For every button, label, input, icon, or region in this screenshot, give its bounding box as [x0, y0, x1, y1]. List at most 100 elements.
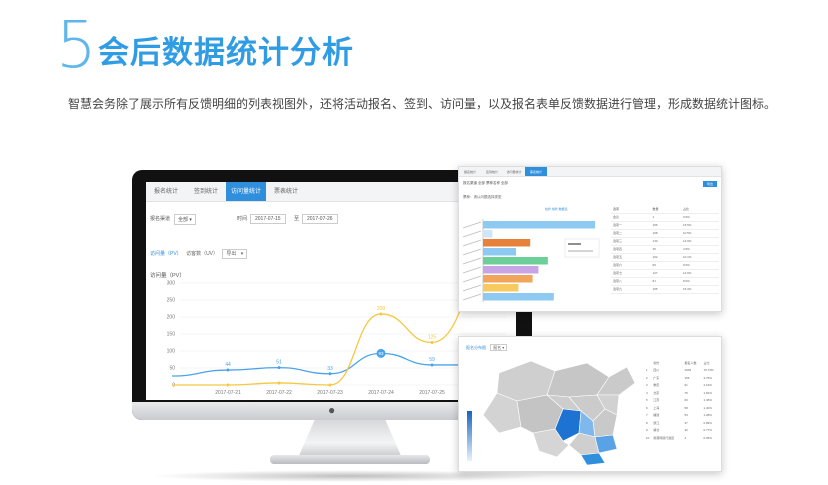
bar	[483, 239, 531, 247]
province-cell: 60	[684, 398, 688, 403]
bar	[483, 275, 533, 283]
table-row: 选项五 102 10.1%	[611, 253, 719, 262]
table-row: 选项一 156 15.5%	[611, 221, 719, 230]
x-tick-label: 2017-07-23	[317, 390, 343, 396]
province-cell: 江苏	[653, 398, 660, 403]
uv-toggle[interactable]: 访客数（UV）	[186, 251, 218, 257]
table-cell: 81	[650, 277, 681, 286]
table-row: 选项九 155 15.3%	[611, 285, 719, 294]
table-cell: 选项二	[611, 229, 651, 238]
province-table: 省份 报名人数 占比 1 四川 2936 70.73% 2 广东 156 3.76% 3 重庆 91…	[645, 359, 719, 442]
province-col-rank	[645, 359, 652, 367]
tab-checkin-stats[interactable]: 签到统计	[186, 182, 226, 201]
table-cell: 15.5%	[680, 221, 719, 230]
metric-row: 访问量（PV） 访客数（UV） 导出 ▾	[150, 249, 250, 259]
province-col-count: 报名人数	[684, 360, 697, 365]
province-cell: 北京	[653, 390, 660, 395]
table-cell: 12.6%	[680, 269, 719, 278]
province-row: 8 浙江 37 0.89%	[645, 419, 719, 427]
panel1-tab-visits[interactable]: 访问量统计	[503, 167, 525, 176]
panel1-tab-checkin[interactable]: 签到统计	[481, 167, 503, 176]
province-cell: 70.73%	[703, 368, 714, 373]
province-cell: 156	[684, 375, 690, 380]
panel1-filters[interactable]: 报名渠道 全部 票种名称 全部	[463, 181, 508, 186]
panel2-select-value: 报名	[493, 345, 502, 350]
category-tick-label	[462, 257, 482, 265]
bar	[483, 266, 539, 274]
table-cell: 选项七	[611, 269, 651, 278]
tab-registration-stats[interactable]: 报名统计	[146, 182, 186, 201]
channel-select-value: 全部	[178, 217, 189, 223]
panel1-tab-form[interactable]: 票表统计	[525, 167, 547, 176]
table-cell: 选项五	[611, 253, 651, 262]
province-cell: 上海	[653, 405, 660, 410]
province-cell: 1.28%	[703, 413, 712, 418]
panel1-export-button[interactable]: 导出	[703, 181, 717, 187]
table-cell: 15.3%	[680, 285, 719, 294]
province-cell: 1.40%	[703, 405, 712, 410]
tab-visit-stats[interactable]: 访问量统计	[226, 182, 266, 201]
y-tick-label: 250	[167, 298, 176, 304]
province-cell: 2	[646, 375, 648, 380]
category-tick-label	[462, 230, 482, 238]
category-tick-label	[462, 248, 482, 256]
bar	[483, 230, 493, 238]
export-select[interactable]: 导出 ▾	[222, 249, 248, 259]
panel1-subtitle: 票种：请以问题选择类型	[463, 195, 502, 199]
panel2-header: 报名分布图 报名 ▾	[466, 344, 508, 351]
date-separator: 至	[294, 216, 300, 222]
panel1-col-option: 选项	[611, 205, 651, 214]
y-tick-label: 150	[167, 332, 176, 338]
province-row: 2 广东 156 3.76%	[645, 374, 719, 382]
tab-form-stats[interactable]: 票表统计	[266, 182, 306, 201]
data-point	[226, 383, 230, 387]
province-row: 9 湖北 32 0.77%	[645, 427, 719, 435]
x-tick-label: 2017-07-21	[215, 390, 241, 396]
date-end-input[interactable]: 2017-07-26	[302, 214, 338, 224]
province-cell: 福建	[653, 413, 660, 418]
data-label: 125	[428, 335, 437, 341]
channel-select[interactable]: 全部 ▾	[174, 214, 196, 225]
china-distribution-map	[467, 360, 636, 466]
section-description: 智慧会务除了展示所有反馈明细的列表视图外，还将活动报名、签到、访问量，以及报名表…	[68, 97, 777, 111]
map-legend-gradient	[467, 411, 472, 461]
panel1-col-count: 数量	[650, 205, 681, 214]
data-point	[430, 341, 434, 344]
panel1-tab-registration[interactable]: 报名统计	[459, 167, 481, 176]
table-cell: 155	[650, 285, 681, 294]
panel1-bar-chart	[462, 219, 600, 302]
data-point	[226, 368, 230, 372]
table-cell: 选项三	[611, 237, 651, 246]
table-row: 选项六 96 9.5%	[611, 261, 719, 270]
table-row: 选项三 130 12.9%	[611, 237, 719, 246]
province-cell: 湖北	[653, 428, 660, 433]
table-cell: 选项一	[611, 221, 651, 230]
date-start-input[interactable]: 2017-07-15	[250, 214, 286, 224]
province-cell: 3.76%	[703, 375, 712, 380]
province-cell: 1	[646, 368, 648, 373]
data-point	[328, 372, 332, 376]
province-region	[580, 452, 606, 466]
province-cell: 2936	[684, 368, 692, 373]
province-cell: 3	[646, 383, 648, 388]
category-tick-label	[462, 293, 482, 301]
y-tick-label: 100	[167, 349, 176, 355]
province-row: 1 四川 2936 70.73%	[645, 367, 719, 375]
category-tick-label	[462, 266, 482, 274]
table-cell: 12.9%	[680, 237, 719, 246]
data-label: 59	[429, 357, 435, 363]
table-cell: 选项九	[611, 285, 651, 294]
panel2-select[interactable]: 报名 ▾	[490, 344, 508, 351]
province-cell: 53	[684, 413, 688, 418]
table-row: 会议 1 0.5%	[611, 213, 719, 222]
bar	[483, 221, 596, 229]
table-cell: 108	[650, 229, 681, 238]
province-cell: 香港特别行政区	[653, 435, 675, 440]
panel1-col-percent: 占比	[680, 205, 719, 214]
table-cell: 会议	[611, 213, 651, 222]
section-title: 会后数据统计分析	[98, 35, 354, 71]
pv-toggle[interactable]: 访问量（PV）	[150, 251, 182, 257]
province-row: 10 香港特别行政区 2 0.05%	[645, 434, 719, 442]
province-cell: 8	[646, 420, 648, 425]
data-point	[379, 312, 383, 316]
